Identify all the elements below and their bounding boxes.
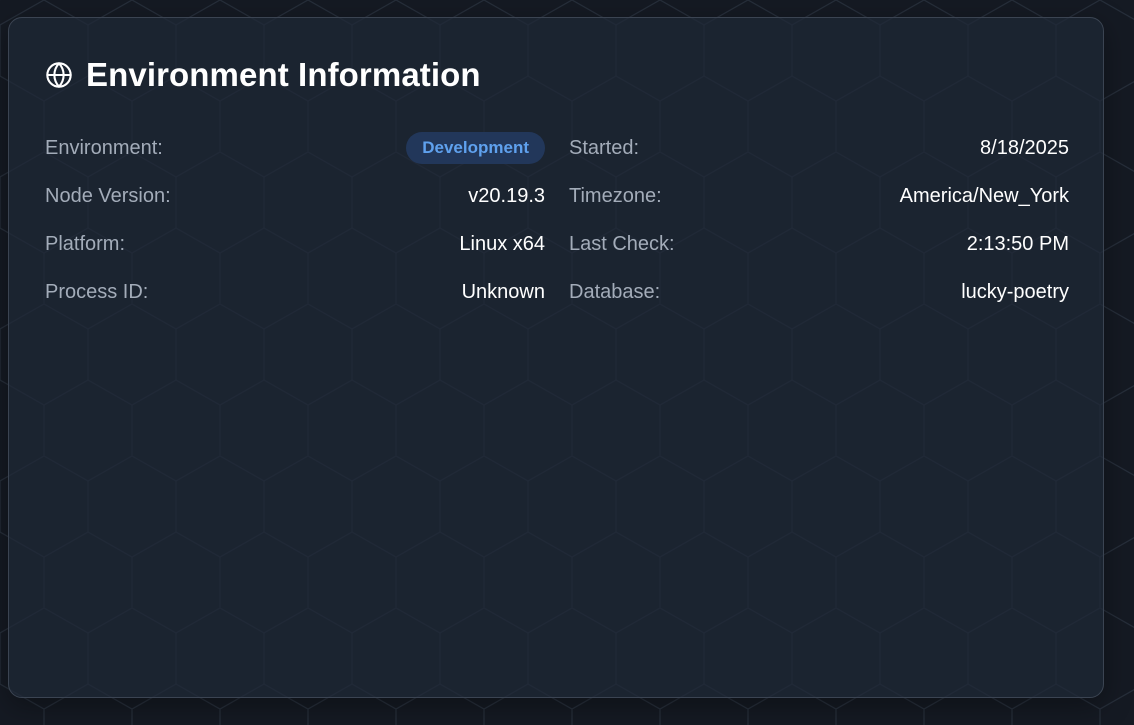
database-label: Database:	[569, 280, 661, 303]
card-title: Environment Information	[86, 56, 481, 93]
timezone-label: Timezone:	[569, 184, 662, 207]
info-row-process-id: Process ID: Unknown	[45, 268, 545, 316]
info-row-platform: Platform: Linux x64	[45, 220, 545, 268]
info-column-right: Started: 8/18/2025 Timezone: America/New…	[569, 124, 1069, 316]
process-id-value: Unknown	[461, 280, 545, 303]
card-header: Environment Information	[45, 54, 481, 96]
process-id-label: Process ID:	[45, 280, 149, 303]
node-version-value: v20.19.3	[468, 184, 545, 207]
info-row-database: Database: lucky-poetry	[569, 268, 1069, 316]
timezone-value: America/New_York	[899, 184, 1069, 207]
environment-info-card: Environment Information Environment: Dev…	[8, 17, 1104, 698]
platform-label: Platform:	[45, 232, 126, 255]
database-value: lucky-poetry	[961, 280, 1069, 303]
started-label: Started:	[569, 136, 640, 159]
info-column-left: Environment: Development Node Version: v…	[45, 124, 545, 316]
info-row-last-check: Last Check: 2:13:50 PM	[569, 220, 1069, 268]
info-row-environment: Environment: Development	[45, 124, 545, 172]
last-check-label: Last Check:	[569, 232, 675, 255]
globe-icon	[45, 61, 73, 89]
platform-value: Linux x64	[459, 232, 545, 255]
node-version-label: Node Version:	[45, 184, 171, 207]
environment-label: Environment:	[45, 136, 163, 159]
started-value: 8/18/2025	[980, 136, 1069, 159]
info-row-node-version: Node Version: v20.19.3	[45, 172, 545, 220]
environment-badge: Development	[406, 132, 545, 164]
info-row-timezone: Timezone: America/New_York	[569, 172, 1069, 220]
last-check-value: 2:13:50 PM	[966, 232, 1069, 255]
info-row-started: Started: 8/18/2025	[569, 124, 1069, 172]
